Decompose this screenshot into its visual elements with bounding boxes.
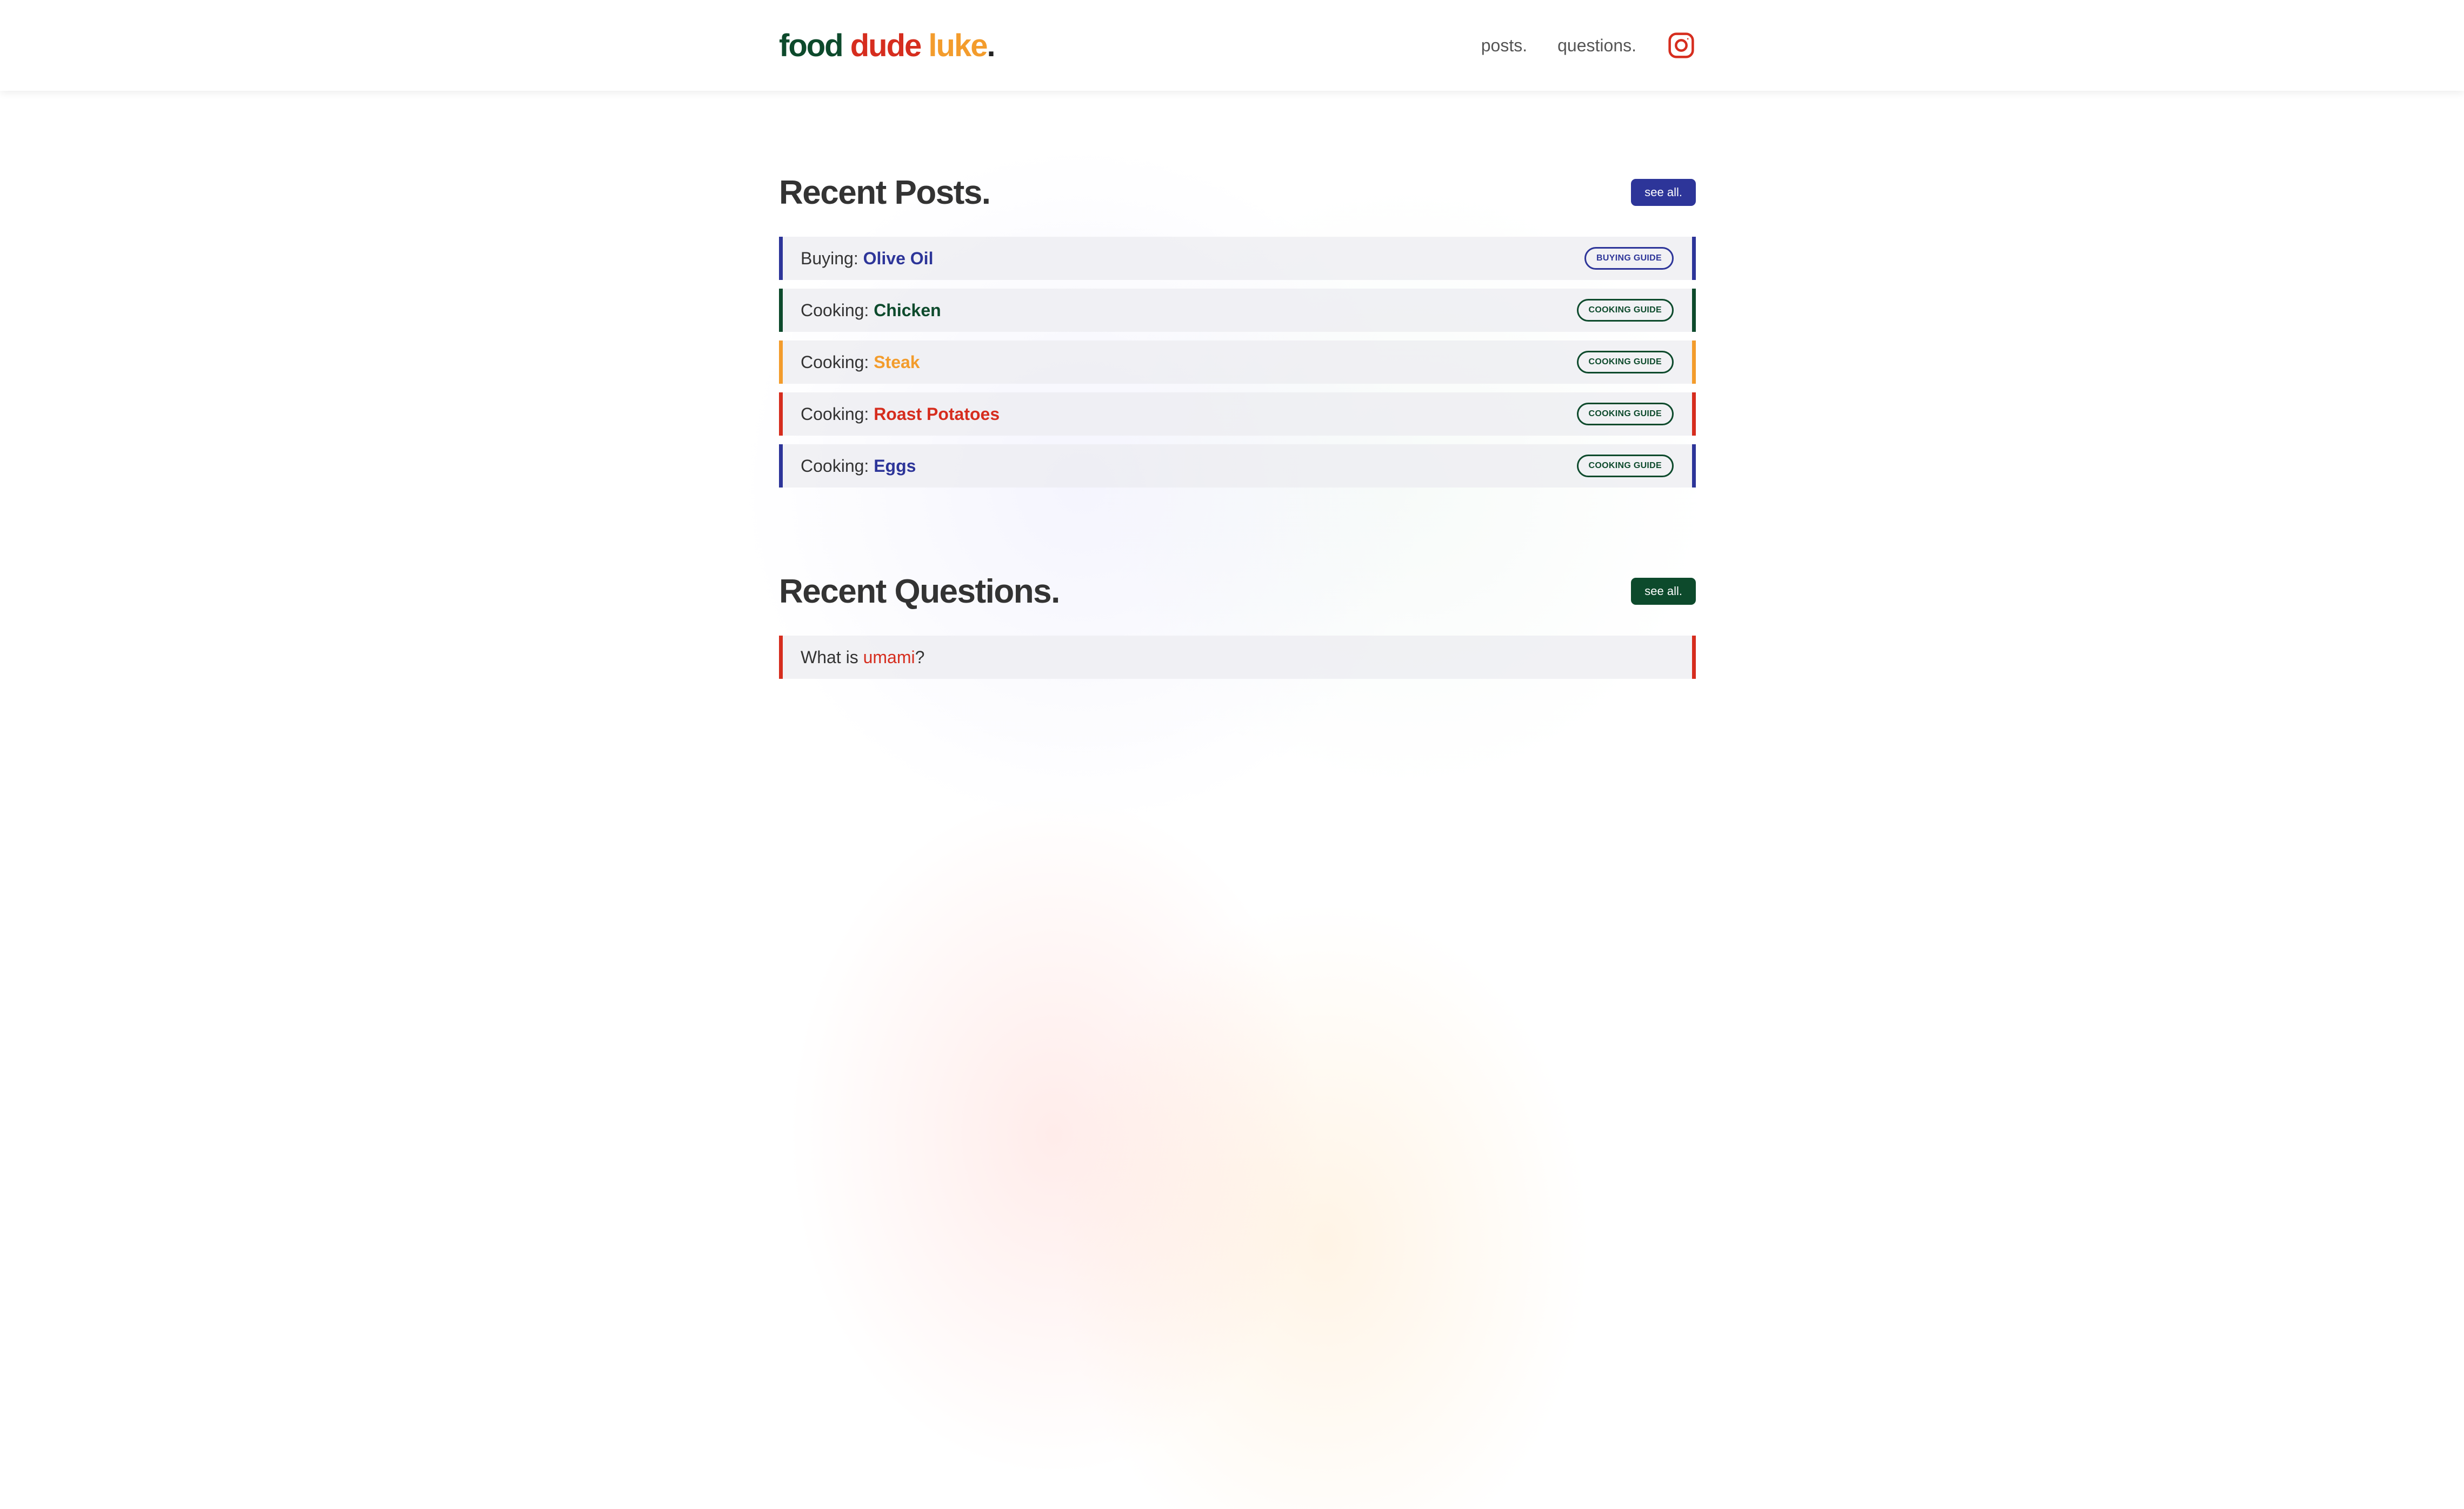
recent-questions-section: Recent Questions. see all. What is umami…: [779, 572, 1696, 679]
question-title: What is umami?: [801, 647, 924, 667]
post-tag-badge: COOKING GUIDE: [1576, 403, 1674, 425]
question-highlight: umami: [863, 647, 915, 667]
post-row[interactable]: Cooking: Chicken COOKING GUIDE: [779, 289, 1696, 332]
post-title: Cooking: Steak: [801, 352, 920, 372]
post-highlight: Olive Oil: [863, 248, 934, 268]
recent-posts-title: Recent Posts.: [779, 173, 991, 211]
logo-word-dude: dude: [850, 28, 922, 63]
post-prefix: Cooking:: [801, 352, 874, 372]
post-highlight: Steak: [874, 352, 920, 372]
post-prefix: Cooking:: [801, 456, 874, 476]
questions-list: What is umami?: [779, 636, 1696, 679]
post-row[interactable]: Cooking: Roast Potatoes COOKING GUIDE: [779, 392, 1696, 436]
main-content: Recent Posts. see all. Buying: Olive Oil…: [779, 173, 1696, 679]
post-title: Cooking: Chicken: [801, 301, 941, 321]
post-tag-badge: COOKING GUIDE: [1576, 455, 1674, 477]
instagram-link[interactable]: [1667, 31, 1696, 60]
post-title: Cooking: Roast Potatoes: [801, 404, 1000, 424]
question-row[interactable]: What is umami?: [779, 636, 1696, 679]
post-highlight: Roast Potatoes: [874, 404, 1000, 424]
post-prefix: Buying:: [801, 248, 863, 268]
posts-list: Buying: Olive Oil BUYING GUIDE Cooking: Ch…: [779, 237, 1696, 488]
nav-link-posts[interactable]: posts.: [1481, 36, 1527, 56]
post-tag-badge: COOKING GUIDE: [1576, 299, 1674, 322]
nav-link-questions[interactable]: questions.: [1557, 36, 1636, 56]
logo-word-luke: luke: [928, 28, 988, 63]
logo-word-food: food: [779, 28, 844, 63]
posts-see-all-button[interactable]: see all.: [1631, 179, 1696, 206]
post-tag-badge: BUYING GUIDE: [1584, 247, 1674, 270]
post-tag-badge: COOKING GUIDE: [1576, 351, 1674, 373]
post-title: Cooking: Eggs: [801, 456, 916, 476]
post-prefix: Cooking:: [801, 300, 874, 320]
post-row[interactable]: Cooking: Steak COOKING GUIDE: [779, 340, 1696, 384]
question-prefix: What is: [801, 647, 863, 667]
recent-posts-section: Recent Posts. see all. Buying: Olive Oil…: [779, 173, 1696, 488]
site-logo[interactable]: food dude luke.: [779, 28, 996, 64]
post-prefix: Cooking:: [801, 404, 874, 424]
questions-see-all-button[interactable]: see all.: [1631, 578, 1696, 605]
logo-dot: .: [987, 28, 995, 63]
recent-questions-title: Recent Questions.: [779, 572, 1060, 610]
main-nav: posts. questions.: [1481, 31, 1696, 60]
post-row[interactable]: Cooking: Eggs COOKING GUIDE: [779, 444, 1696, 488]
site-header: food dude luke. posts. questions.: [0, 0, 2464, 91]
instagram-icon: [1668, 32, 1694, 58]
post-highlight: Eggs: [874, 456, 916, 476]
post-highlight: Chicken: [874, 300, 941, 320]
question-suffix: ?: [915, 647, 925, 667]
post-title: Buying: Olive Oil: [801, 249, 933, 269]
post-row[interactable]: Buying: Olive Oil BUYING GUIDE: [779, 237, 1696, 280]
